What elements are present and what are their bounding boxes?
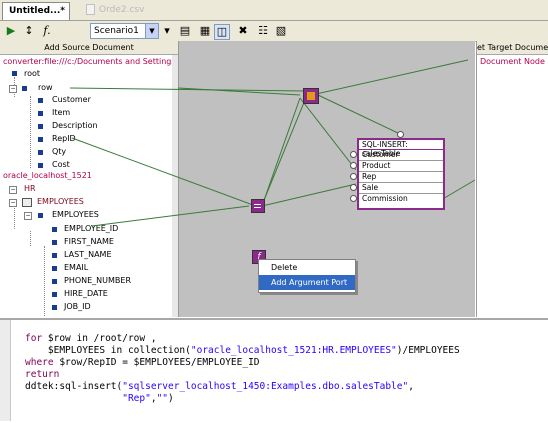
- set-target-document-button[interactable]: et Target Docume: [477, 41, 548, 55]
- filter-icon: [307, 92, 315, 100]
- sql-insert-node[interactable]: SQL-INSERT: salesTable Customer Product …: [357, 138, 445, 210]
- sql-insert-title: SQL-INSERT: salesTable: [359, 140, 443, 158]
- code-text: ddtek:sql-insert(: [25, 381, 123, 392]
- target-panel: et Target Docume Document Node: [476, 41, 548, 317]
- sql-field-product[interactable]: Product: [359, 161, 443, 172]
- input-port-icon[interactable]: [350, 162, 357, 169]
- input-port-icon[interactable]: [350, 195, 357, 202]
- editor-gutter: [0, 320, 11, 421]
- code-string: "sqlserver_localhost_1450:Examples.dbo.s…: [122, 381, 409, 392]
- code-text: ,: [408, 381, 414, 392]
- input-port-icon[interactable]: [350, 184, 357, 191]
- code-line-2: $EMPLOYEES in collection("oracle_localho…: [25, 345, 460, 357]
- code-text: $EMPLOYEES in collection(: [25, 345, 191, 356]
- document-node[interactable]: Document Node: [480, 57, 545, 67]
- code-line-6: "Rep",""): [25, 393, 174, 405]
- code-keyword: return: [25, 369, 60, 380]
- code-string: "oracle_localhost_1521:HR.EMPLOYEES": [190, 345, 397, 356]
- set-target-label: et Target Docume: [477, 43, 548, 52]
- code-string: "": [156, 393, 169, 404]
- context-menu: Delete Add Argument Port: [258, 259, 356, 293]
- sql-field-rep[interactable]: Rep: [359, 172, 443, 183]
- sql-field-commission[interactable]: Commission: [359, 194, 443, 204]
- input-port-icon[interactable]: [350, 151, 357, 158]
- code-text: $row in /root/row ,: [42, 333, 157, 344]
- code-line-5: ddtek:sql-insert("sqlserver_localhost_14…: [25, 381, 414, 393]
- where-clause-node[interactable]: [303, 88, 319, 104]
- sql-field-customer[interactable]: Customer: [359, 150, 443, 161]
- xquery-editor[interactable]: for $row in /root/row , $EMPLOYEES in co…: [0, 318, 548, 423]
- code-string: "Rep": [122, 393, 151, 404]
- code-line-3: where $row/RepID = $EMPLOYEES/EMPLOYEE_I…: [25, 357, 260, 369]
- code-text: )/EMPLOYEES: [396, 345, 460, 356]
- menu-item-delete[interactable]: Delete: [259, 260, 355, 275]
- code-line-4: return: [25, 369, 59, 381]
- function-bar: [254, 204, 261, 205]
- code-text: ): [168, 393, 174, 404]
- code-line-1: for $row in /root/row ,: [25, 333, 157, 345]
- code-text: $row/RepID = $EMPLOYEES/EMPLOYEE_ID: [53, 357, 260, 368]
- function-bar: [254, 207, 261, 208]
- menu-item-add-argument-port[interactable]: Add Argument Port: [259, 275, 355, 290]
- function-node[interactable]: [251, 199, 265, 213]
- output-port-icon[interactable]: [397, 131, 404, 138]
- sql-field-sale[interactable]: Sale: [359, 183, 443, 194]
- code-keyword: where: [25, 357, 54, 368]
- code-keyword: for: [25, 333, 43, 344]
- input-port-icon[interactable]: [350, 173, 357, 180]
